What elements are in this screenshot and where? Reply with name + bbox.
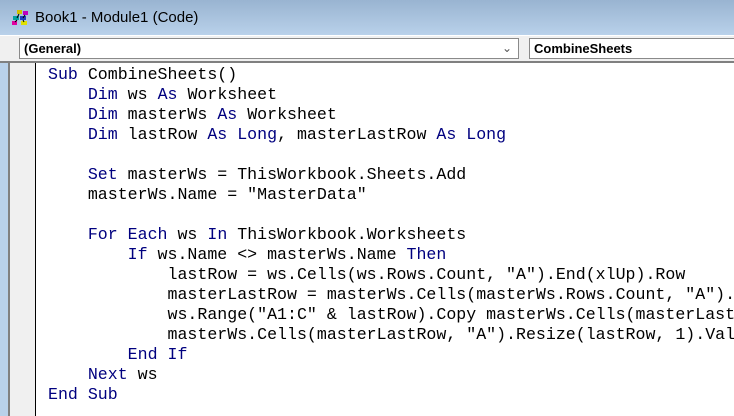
title-bar: Book1 - Module1 (Code) xyxy=(0,0,734,35)
code-text: ws xyxy=(167,225,208,244)
code-text: CombineSheets() xyxy=(77,65,238,84)
code-keyword: In xyxy=(207,225,228,244)
code-text: ws.Range("A1:C" & lastRow).Copy masterWs… xyxy=(48,305,734,324)
code-text: , masterLastRow xyxy=(277,125,437,144)
code-keyword: If xyxy=(127,245,148,264)
code-line[interactable]: masterWs.Cells(masterLastRow, "A").Resiz… xyxy=(48,325,734,345)
code-keyword: As xyxy=(217,105,238,124)
code-text: ws xyxy=(117,85,158,104)
code-text: Worksheet xyxy=(177,85,278,104)
code-line[interactable]: End If xyxy=(48,345,734,365)
code-text: ws.Name <> masterWs.Name xyxy=(147,245,407,264)
code-keyword: Next xyxy=(87,365,128,384)
code-editor[interactable]: Sub CombineSheets() Dim ws As Worksheet … xyxy=(48,65,734,416)
code-text: lastRow xyxy=(117,125,208,144)
procedure-dropdown[interactable]: CombineSheets xyxy=(529,38,734,59)
code-text: ThisWorkbook.Worksheets xyxy=(227,225,467,244)
code-text: masterWs.Cells(masterLastRow, "A").Resiz… xyxy=(48,325,734,344)
window-title: Book1 - Module1 (Code) xyxy=(35,9,199,26)
code-text: masterWs = ThisWorkbook.Sheets.Add xyxy=(117,165,467,184)
vba-module-icon xyxy=(12,10,28,25)
code-keyword: As Long xyxy=(436,125,507,144)
code-line[interactable]: Sub CombineSheets() xyxy=(48,65,734,85)
code-line[interactable]: masterLastRow = masterWs.Cells(masterWs.… xyxy=(48,285,734,305)
window-frame xyxy=(0,63,10,416)
object-dropdown[interactable]: (General) ⌄ xyxy=(19,38,519,59)
code-text: lastRow = ws.Cells(ws.Rows.Count, "A").E… xyxy=(48,265,686,284)
code-text: masterLastRow = masterWs.Cells(masterWs.… xyxy=(48,285,734,304)
code-line[interactable]: For Each ws In ThisWorkbook.Worksheets xyxy=(48,225,734,245)
code-text: masterWs.Name = "MasterData" xyxy=(48,185,367,204)
code-line[interactable]: Dim ws As Worksheet xyxy=(48,85,734,105)
code-line[interactable] xyxy=(48,205,734,225)
code-line[interactable]: End Sub xyxy=(48,385,734,405)
procedure-dropdown-value: CombineSheets xyxy=(534,41,633,56)
margin-indicator-bar[interactable] xyxy=(10,63,36,416)
code-keyword: Then xyxy=(406,245,447,264)
code-keyword: Dim xyxy=(87,85,118,104)
combo-toolbar: (General) ⌄ CombineSheets xyxy=(0,35,734,63)
code-keyword: Dim xyxy=(87,125,118,144)
code-keyword: Dim xyxy=(87,105,118,124)
code-keyword: End Sub xyxy=(48,385,118,404)
code-keyword: For Each xyxy=(87,225,168,244)
code-keyword: As Long xyxy=(207,125,278,144)
code-line[interactable]: Dim masterWs As Worksheet xyxy=(48,105,734,125)
code-line[interactable]: lastRow = ws.Cells(ws.Rows.Count, "A").E… xyxy=(48,265,734,285)
object-dropdown-value: (General) xyxy=(24,41,82,56)
code-keyword: As xyxy=(157,85,178,104)
code-line[interactable]: ws.Range("A1:C" & lastRow).Copy masterWs… xyxy=(48,305,734,325)
code-line[interactable]: Set masterWs = ThisWorkbook.Sheets.Add xyxy=(48,165,734,185)
code-keyword: Sub xyxy=(48,65,78,84)
code-text: Worksheet xyxy=(237,105,337,124)
code-line[interactable]: Next ws xyxy=(48,365,734,385)
code-line[interactable]: If ws.Name <> masterWs.Name Then xyxy=(48,245,734,265)
code-text: masterWs xyxy=(117,105,218,124)
chevron-down-icon[interactable]: ⌄ xyxy=(502,39,512,58)
code-text: ws xyxy=(127,365,158,384)
code-line[interactable] xyxy=(48,145,734,165)
code-keyword: Set xyxy=(87,165,118,184)
code-line[interactable]: masterWs.Name = "MasterData" xyxy=(48,185,734,205)
code-keyword: End If xyxy=(127,345,188,364)
code-line[interactable]: Dim lastRow As Long, masterLastRow As Lo… xyxy=(48,125,734,145)
